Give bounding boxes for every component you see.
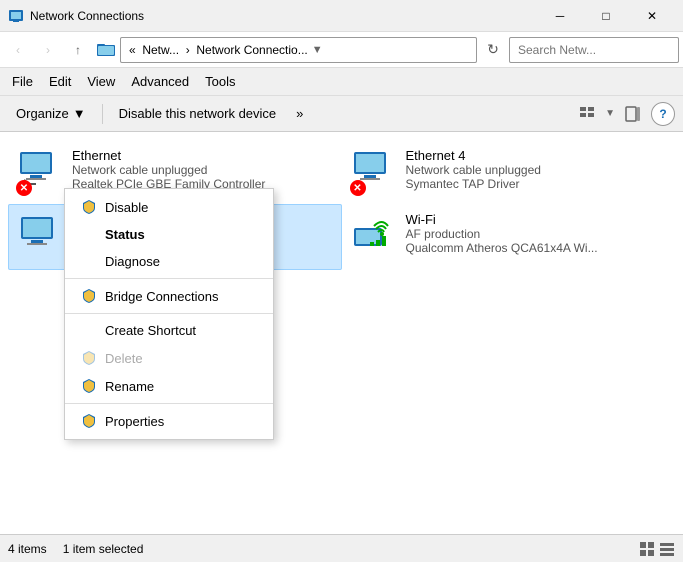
shield-delete-icon (81, 350, 97, 366)
wifi-icon-wrap (350, 212, 398, 260)
title-bar: Network Connections ─ □ ✕ (0, 0, 683, 32)
ctx-diagnose[interactable]: Diagnose (65, 248, 273, 275)
ethernet-status: Network cable unplugged (72, 163, 265, 177)
window-controls: ─ □ ✕ (537, 0, 675, 32)
address-bar: ‹ › ↑ « Netw... › Network Connectio... ▼… (0, 32, 683, 68)
ethernet-info: Ethernet Network cable unplugged Realtek… (72, 148, 265, 191)
disable-label: Disable this network device (119, 106, 277, 121)
toolbar-separator (102, 104, 103, 124)
menu-tools[interactable]: Tools (197, 70, 243, 93)
view-options-button[interactable] (573, 100, 601, 128)
ethernet4-status: Network cable unplugged (406, 163, 541, 177)
view-icon (579, 106, 595, 122)
ctx-bridge-label: Bridge Connections (105, 289, 218, 304)
wifi-status: AF production (406, 227, 598, 241)
ctx-status[interactable]: Status (65, 221, 273, 248)
menu-edit[interactable]: Edit (41, 70, 79, 93)
view-chevron-icon: ▼ (605, 108, 615, 119)
maximize-button[interactable]: □ (583, 0, 629, 32)
up-button[interactable]: ↑ (64, 36, 92, 64)
forward-button[interactable]: › (34, 36, 62, 64)
ethernet4-info: Ethernet 4 Network cable unplugged Syman… (406, 148, 541, 191)
menu-file[interactable]: File (4, 70, 41, 93)
ethernet4-error-badge: ✕ (350, 180, 366, 196)
menu-bar: File Edit View Advanced Tools (0, 68, 683, 96)
status-bar: 4 items 1 item selected (0, 534, 683, 562)
ctx-disable-label: Disable (105, 200, 148, 215)
ctx-rename-label: Rename (105, 379, 154, 394)
ctx-bridge[interactable]: Bridge Connections (65, 282, 273, 310)
preview-icon (625, 106, 641, 122)
folder-icon (96, 40, 116, 60)
address-chevron-icon: ▼ (312, 44, 323, 56)
window-title: Network Connections (30, 9, 537, 23)
disable-button[interactable]: Disable this network device (111, 100, 285, 128)
address-text: « Netw... › Network Connectio... (129, 43, 308, 57)
preview-button[interactable] (619, 100, 647, 128)
close-button[interactable]: ✕ (629, 0, 675, 32)
ctx-disable[interactable]: Disable (65, 193, 273, 221)
ethernet-icon-wrap: ✕ (16, 148, 64, 196)
ctx-rename[interactable]: Rename (65, 372, 273, 400)
address-field[interactable]: « Netw... › Network Connectio... ▼ (120, 37, 477, 63)
item-count: 4 items (8, 542, 47, 556)
network-item-ethernet4[interactable]: ✕ Ethernet 4 Network cable unplugged Sym… (342, 140, 676, 204)
back-button[interactable]: ‹ (4, 36, 32, 64)
context-menu: Disable Status Diagnose Bridge Connectio… (64, 188, 274, 440)
view-grid-icon (639, 541, 655, 557)
minimize-button[interactable]: ─ (537, 0, 583, 32)
ctx-shortcut-label: Create Shortcut (105, 323, 196, 338)
refresh-button[interactable]: ↻ (479, 36, 507, 64)
organize-chevron-icon: ▼ (73, 106, 86, 121)
view-list-icon (659, 541, 675, 557)
status-right (639, 541, 675, 557)
window-icon (8, 8, 24, 24)
organize-label: Organize (16, 106, 69, 121)
organize-button[interactable]: Organize ▼ (8, 100, 94, 128)
search-input[interactable] (509, 37, 679, 63)
ethernet6-icon-wrap (17, 213, 65, 261)
ctx-delete-label: Delete (105, 351, 143, 366)
ethernet6-computer-icon (17, 213, 57, 253)
network-item-wifi[interactable]: Wi-Fi AF production Qualcomm Atheros QCA… (342, 204, 676, 270)
wifi-driver: Qualcomm Atheros QCA61x4A Wi... (406, 241, 598, 255)
wifi-name: Wi-Fi (406, 212, 598, 227)
ctx-sep-3 (65, 403, 273, 404)
wifi-info: Wi-Fi AF production Qualcomm Atheros QCA… (406, 212, 598, 255)
ctx-diagnose-label: Diagnose (105, 254, 160, 269)
item-selected: 1 item selected (63, 542, 144, 556)
ctx-shortcut[interactable]: Create Shortcut (65, 317, 273, 344)
content-area: ✕ Ethernet Network cable unplugged Realt… (0, 132, 683, 534)
ctx-sep-2 (65, 313, 273, 314)
menu-advanced[interactable]: Advanced (123, 70, 197, 93)
more-button[interactable]: » (288, 100, 311, 128)
ethernet-name: Ethernet (72, 148, 265, 163)
menu-view[interactable]: View (79, 70, 123, 93)
ctx-sep-1 (65, 278, 273, 279)
ctx-properties[interactable]: Properties (65, 407, 273, 435)
help-button[interactable]: ? (651, 102, 675, 126)
shield-bridge-icon (81, 288, 97, 304)
toolbar-right: ▼ ? (573, 100, 675, 128)
ethernet4-name: Ethernet 4 (406, 148, 541, 163)
ethernet-error-badge: ✕ (16, 180, 32, 196)
ctx-properties-label: Properties (105, 414, 164, 429)
shield-disable-icon (81, 199, 97, 215)
ethernet4-driver: Symantec TAP Driver (406, 177, 541, 191)
ctx-delete[interactable]: Delete (65, 344, 273, 372)
ethernet4-icon-wrap: ✕ (350, 148, 398, 196)
wifi-icon (350, 212, 390, 252)
shield-properties-icon (81, 413, 97, 429)
shield-rename-icon (81, 378, 97, 394)
ctx-status-label: Status (105, 227, 145, 242)
toolbar: Organize ▼ Disable this network device »… (0, 96, 683, 132)
